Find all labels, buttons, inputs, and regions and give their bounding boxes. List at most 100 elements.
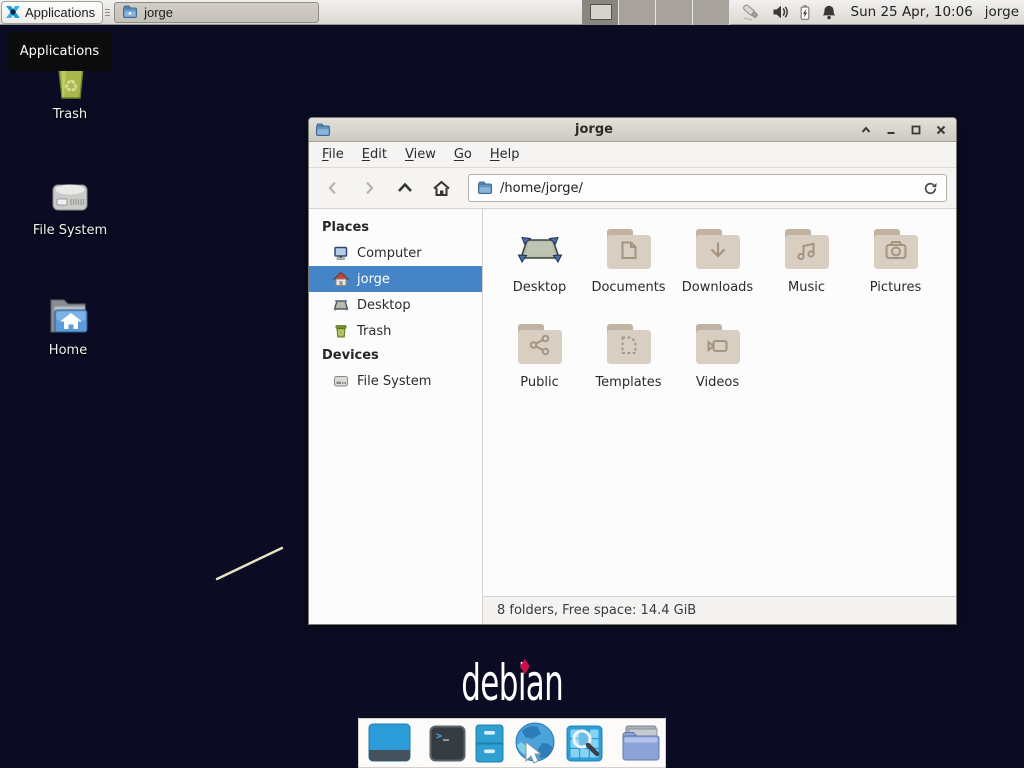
- home-folder-icon: [44, 290, 92, 338]
- window-titlebar[interactable]: jorge: [309, 118, 956, 142]
- menu-help[interactable]: Help: [481, 144, 529, 165]
- sidebar-item-trash[interactable]: Trash: [309, 318, 482, 344]
- desktop-icon-home[interactable]: Home: [20, 290, 116, 358]
- location-path[interactable]: /home/jorge/: [500, 181, 916, 196]
- workspace-1[interactable]: [582, 0, 619, 25]
- menu-edit[interactable]: Edit: [353, 144, 396, 165]
- trash-icon: [333, 323, 349, 339]
- menu-file[interactable]: File: [313, 144, 353, 165]
- file-label: Music: [788, 280, 825, 295]
- minimize-button[interactable]: [882, 121, 900, 139]
- terminal-icon: > _: [429, 725, 466, 762]
- up-button[interactable]: [390, 174, 420, 202]
- sidebar-item-label: Trash: [357, 324, 391, 339]
- file-label: Downloads: [682, 280, 753, 295]
- public-folder-icon: [516, 320, 564, 368]
- desktop-icon-label: File System: [22, 223, 118, 238]
- file-label: Desktop: [513, 280, 567, 295]
- sidebar-devices-header: Devices: [309, 344, 482, 368]
- toolbar: /home/jorge/: [309, 168, 956, 209]
- web-browser-launcher[interactable]: [513, 722, 557, 765]
- videos-folder-icon: [694, 320, 742, 368]
- notifications-tray-icon[interactable]: [821, 4, 837, 21]
- workspace-4[interactable]: [693, 0, 730, 25]
- templates-folder-icon: [605, 320, 653, 368]
- file-downloads[interactable]: Downloads: [673, 225, 762, 320]
- sidebar-item-jorge[interactable]: jorge: [309, 266, 482, 292]
- menu-bar: File Edit View Go Help: [309, 142, 956, 168]
- home-button[interactable]: [426, 174, 456, 202]
- workspace-2[interactable]: [619, 0, 656, 25]
- file-label: Templates: [595, 375, 661, 390]
- file-label: Pictures: [870, 280, 921, 295]
- shade-button[interactable]: [857, 121, 875, 139]
- top-panel: Applications jorge: [0, 0, 1024, 25]
- debian-wallpaper-logo: debian: [0, 658, 1024, 708]
- web-browser-globe-icon: [513, 722, 557, 765]
- documents-folder-icon: [605, 225, 653, 273]
- desktop-folder-icon: [516, 225, 564, 273]
- battery-tray-icon[interactable]: [797, 4, 813, 21]
- file-label: Documents: [591, 280, 665, 295]
- sidebar-item-label: File System: [357, 374, 431, 389]
- back-button[interactable]: [318, 174, 348, 202]
- sidebar-item-label: Desktop: [357, 298, 411, 313]
- computer-icon: [333, 245, 349, 261]
- pictures-folder-icon: [872, 225, 920, 273]
- folder-icon: [122, 4, 138, 20]
- workspace-3[interactable]: [656, 0, 693, 25]
- file-label: Public: [520, 375, 558, 390]
- svg-text:>: >: [436, 731, 442, 742]
- file-grid: Desktop Documents: [483, 209, 956, 596]
- panel-handle[interactable]: [103, 0, 112, 25]
- system-tray: [740, 3, 837, 21]
- file-manager-window: jorge File Edit View Go Help: [308, 117, 957, 625]
- debian-logo-text: debian: [461, 658, 563, 708]
- panel-clock[interactable]: Sun 25 Apr, 10:06: [851, 4, 973, 20]
- volume-tray-icon[interactable]: [772, 4, 789, 20]
- window-title: jorge: [331, 122, 857, 137]
- file-public[interactable]: Public: [495, 320, 584, 415]
- sidebar-item-desktop[interactable]: Desktop: [309, 292, 482, 318]
- desktop-icon-label: Trash: [22, 107, 118, 122]
- window-folder-icon: [315, 122, 331, 138]
- reload-icon[interactable]: [923, 181, 938, 196]
- sidebar-item-filesystem[interactable]: File System: [309, 368, 482, 394]
- sidebar: Places Computer jorge: [309, 209, 483, 624]
- panel-username: jorge: [985, 4, 1019, 20]
- status-bar: 8 folders, Free space: 14.4 GiB: [483, 596, 956, 624]
- application-finder-launcher[interactable]: [566, 725, 603, 762]
- directory-menu-launcher[interactable]: [621, 724, 662, 762]
- sidebar-item-computer[interactable]: Computer: [309, 240, 482, 266]
- file-label: Videos: [696, 375, 739, 390]
- file-videos[interactable]: Videos: [673, 320, 762, 415]
- file-desktop[interactable]: Desktop: [495, 225, 584, 320]
- desktop-icon: [333, 297, 349, 313]
- location-folder-icon: [477, 180, 493, 196]
- file-documents[interactable]: Documents: [584, 225, 673, 320]
- filesystem-icon: [46, 170, 94, 218]
- applications-menu-button[interactable]: Applications: [1, 1, 103, 24]
- taskbar-window-label: jorge: [144, 5, 173, 20]
- file-templates[interactable]: Templates: [584, 320, 673, 415]
- terminal-launcher[interactable]: > _: [429, 725, 466, 762]
- forward-button[interactable]: [354, 174, 384, 202]
- drive-icon: [333, 373, 349, 389]
- sidebar-places-header: Places: [309, 216, 482, 240]
- file-pictures[interactable]: Pictures: [851, 225, 940, 320]
- location-bar[interactable]: /home/jorge/: [468, 174, 947, 202]
- close-button[interactable]: [932, 121, 950, 139]
- sidebar-item-label: Computer: [357, 246, 422, 261]
- applications-menu-label: Applications: [25, 5, 95, 20]
- taskbar-window-button[interactable]: jorge: [114, 2, 319, 23]
- file-music[interactable]: Music: [762, 225, 851, 320]
- show-desktop-launcher[interactable]: [368, 723, 411, 763]
- desktop-icon-filesystem[interactable]: File System: [22, 170, 118, 238]
- menu-go[interactable]: Go: [445, 144, 481, 165]
- maximize-button[interactable]: [907, 121, 925, 139]
- stylus-tray-icon[interactable]: [740, 3, 764, 21]
- file-manager-launcher[interactable]: [475, 724, 504, 763]
- file-pane: Desktop Documents: [483, 209, 956, 624]
- menu-view[interactable]: View: [396, 144, 445, 165]
- desktop-icon-label: Home: [20, 343, 116, 358]
